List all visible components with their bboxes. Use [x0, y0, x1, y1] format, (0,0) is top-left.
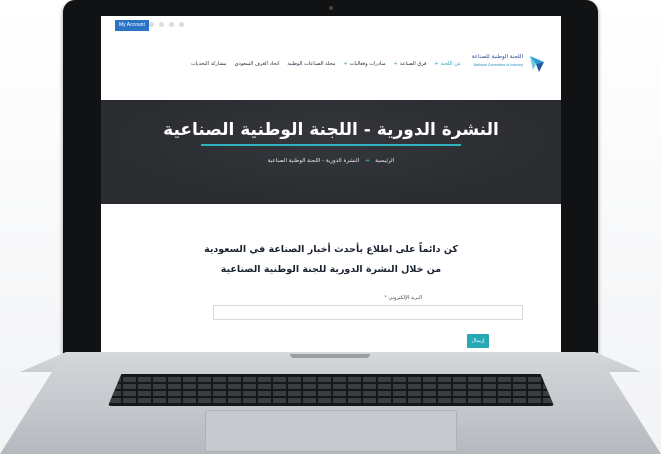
plus-icon: + [434, 61, 439, 67]
key-row [108, 391, 554, 396]
logo-subtitle: National Committee of Industry [473, 63, 523, 67]
nav-item-challenges[interactable]: مشاركة التحديات [191, 61, 227, 67]
newsletter-headline: كن دائماً على اطلاع بأحدث أخبار الصناعة … [101, 240, 561, 280]
page-title: النشرة الدورية - اللجنة الوطنية الصناعية [163, 120, 499, 140]
laptop-hinge [290, 354, 370, 358]
facebook-icon[interactable] [149, 22, 154, 27]
title-underline [201, 144, 461, 146]
key-row [108, 384, 554, 389]
site-logo[interactable]: اللجنة الوطنية للصناعة National Committe… [472, 50, 547, 78]
instagram-icon[interactable] [169, 22, 174, 27]
email-label: البريد الإلكتروني * [384, 295, 422, 301]
required-mark: * [384, 295, 387, 301]
plus-icon: + [393, 61, 398, 67]
camera-icon [329, 6, 333, 10]
nav-item-label: مجلة الصناعات الوطنية [287, 61, 336, 67]
main-navbar: اللجنة الوطنية للصناعة National Committe… [101, 36, 561, 100]
nav-menu: عن اللجنة + فرق الصناعة + مبادرات وفعالي… [191, 61, 461, 67]
nav-item-label: اتحاد الغرف السعودي [234, 61, 280, 67]
twitter-icon[interactable] [159, 22, 164, 27]
headline-line-2: من خلال النشرة الدورية للجنة الوطنية الص… [220, 264, 442, 275]
email-field[interactable] [213, 305, 523, 320]
nav-item-label: مبادرات وفعاليات [349, 61, 386, 67]
breadcrumb-home[interactable]: الرئيسية [375, 158, 394, 164]
nav-item-chambers[interactable]: اتحاد الغرف السعودي [235, 61, 280, 67]
utility-bar: My Account [101, 16, 561, 36]
nav-item-label: فرق الصناعة [399, 61, 427, 67]
my-account-button[interactable]: My Account [115, 20, 149, 31]
breadcrumb: الرئيسية ➔ النشرة الدورية - اللجنة الوطن… [101, 158, 561, 164]
social-links [149, 22, 184, 27]
keyboard [108, 374, 554, 406]
nav-item-label: مشاركة التحديات [190, 61, 227, 67]
key-row [108, 398, 554, 403]
linkedin-icon[interactable] [179, 22, 184, 27]
nav-item-initiatives[interactable]: مبادرات وفعاليات + [343, 61, 385, 67]
nav-item-magazine[interactable]: مجلة الصناعات الوطنية [287, 61, 335, 67]
browser-screen: My Account اللجنة الوطنية للصناعة Nation… [101, 16, 561, 352]
key-row [108, 377, 554, 382]
submit-button[interactable]: إرسال [467, 334, 489, 348]
email-label-text: البريد الإلكتروني [388, 295, 422, 301]
trackpad [205, 410, 457, 452]
plus-icon: + [343, 61, 348, 67]
page-hero: النشرة الدورية - اللجنة الوطنية الصناعية… [101, 100, 561, 204]
logo-title: اللجنة الوطنية للصناعة [471, 54, 523, 60]
nav-item-about[interactable]: عن اللجنة + [434, 61, 461, 67]
headline-line-1: كن دائماً على اطلاع بأحدث أخبار الصناعة … [204, 244, 458, 255]
nav-item-label: عن اللجنة [440, 61, 461, 67]
breadcrumb-current: النشرة الدورية - اللجنة الوطنية الصناعية [267, 158, 360, 164]
logo-mark-icon [530, 56, 544, 72]
newsletter-section: كن دائماً على اطلاع بأحدث أخبار الصناعة … [101, 204, 561, 352]
arrow-left-icon: ➔ [364, 158, 370, 164]
nav-item-industry-teams[interactable]: فرق الصناعة + [394, 61, 427, 67]
